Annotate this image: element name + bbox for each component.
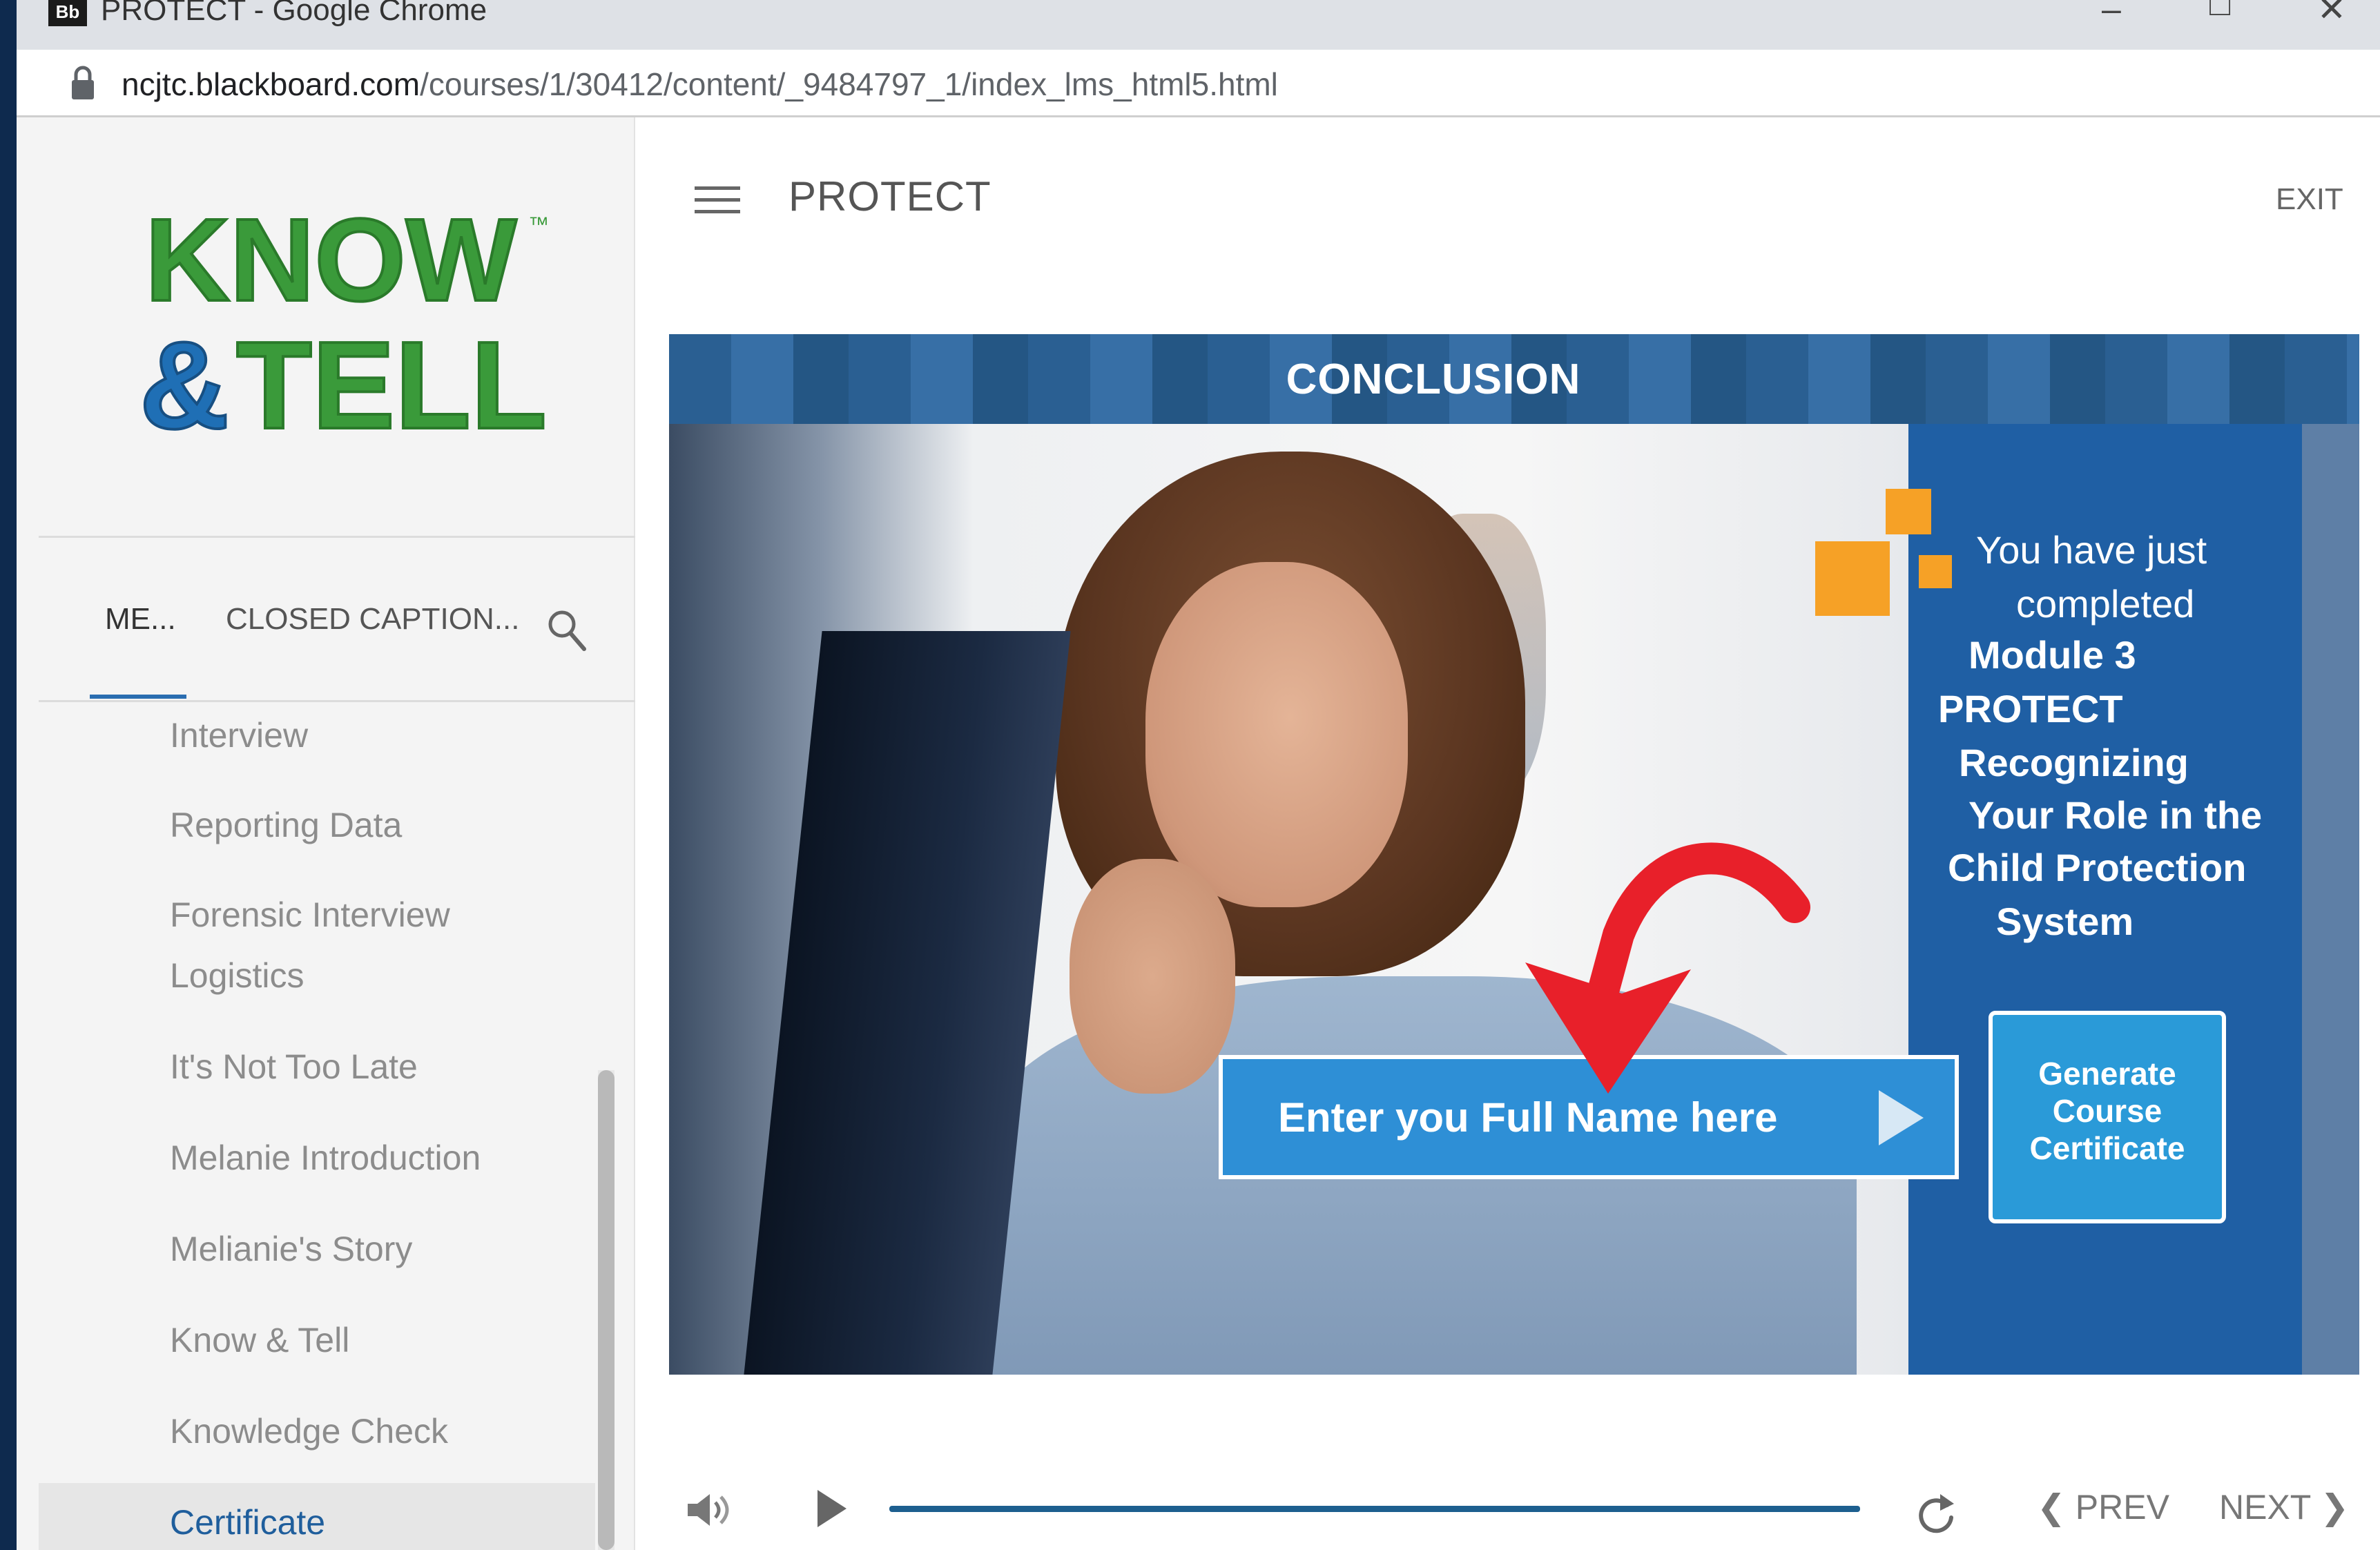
tab-closed-captions[interactable]: CLOSED CAPTION... xyxy=(226,602,519,637)
lock-icon xyxy=(72,66,94,99)
slide-heading: CONCLUSION xyxy=(1286,356,1581,403)
prev-label: PREV xyxy=(2075,1488,2169,1527)
nav-item-melanie-introduction[interactable]: Melanie Introduction xyxy=(170,1138,481,1178)
url-text[interactable]: ncjtc.blackboard.com/courses/1/30412/con… xyxy=(122,66,1278,103)
certificate-button-line: Generate xyxy=(2038,1056,2176,1092)
panel-line: You have just xyxy=(1976,528,2207,572)
panel-edge-photo xyxy=(2302,424,2359,1375)
url-host: ncjtc.blackboard.com xyxy=(122,66,420,102)
decorative-orange-square xyxy=(1815,541,1890,616)
svg-text:TELL: TELL xyxy=(236,316,547,455)
desktop-edge xyxy=(0,0,17,1550)
decorative-orange-square xyxy=(1919,555,1952,588)
nav-scrollbar-thumb[interactable] xyxy=(598,1070,615,1550)
replay-icon[interactable] xyxy=(1915,1490,1957,1534)
panel-line: PROTECT xyxy=(1938,687,2123,730)
close-icon[interactable]: ✕ xyxy=(2317,0,2346,29)
decorative-orange-square xyxy=(1886,489,1931,534)
woman-hand-photo xyxy=(1070,859,1235,1094)
nav-item-certificate[interactable]: Certificate xyxy=(170,1502,325,1542)
minimize-icon[interactable]: – xyxy=(2102,0,2121,29)
nav-item-melianies-story[interactable]: Melianie's Story xyxy=(170,1229,412,1269)
url-path: /courses/1/30412/content/_9484797_1/inde… xyxy=(420,66,1278,102)
blackboard-app-icon: Bb xyxy=(48,0,87,26)
next-button[interactable]: NEXT ❯ xyxy=(2219,1487,2349,1527)
volume-icon[interactable] xyxy=(686,1490,733,1530)
exit-button[interactable]: EXIT xyxy=(2276,182,2343,217)
nav-item-know-and-tell[interactable]: Know & Tell xyxy=(170,1320,349,1360)
course-title: PROTECT xyxy=(789,173,991,220)
certificate-button-line: Certificate xyxy=(2029,1130,2185,1166)
submit-arrow-icon[interactable] xyxy=(1872,1087,1927,1149)
search-icon[interactable] xyxy=(545,608,587,652)
certificate-button-line: Course xyxy=(2052,1093,2163,1129)
generate-certificate-button[interactable]: Generate Course Certificate xyxy=(1989,1011,2226,1223)
maximize-icon[interactable]: □ xyxy=(2209,0,2230,23)
tab-menu[interactable]: ME... xyxy=(105,602,176,637)
nav-item-forensic-interview[interactable]: Forensic Interview xyxy=(170,895,450,935)
svg-text:™: ™ xyxy=(528,213,549,236)
chevron-right-icon: ❯ xyxy=(2310,1488,2350,1527)
nav-item-logistics[interactable]: Logistics xyxy=(170,956,304,996)
svg-text:KNOW: KNOW xyxy=(145,197,517,326)
panel-line: Module 3 xyxy=(1968,633,2136,677)
prev-button[interactable]: ❮ PREV xyxy=(2037,1487,2169,1527)
woman-face-photo xyxy=(1145,562,1408,907)
panel-line: Your Role in the xyxy=(1968,793,2263,837)
know-and-tell-logo: KNOW ™ & TELL xyxy=(138,197,549,456)
next-label: NEXT xyxy=(2219,1488,2311,1527)
panel-line: completed xyxy=(2016,582,2195,626)
nav-item-its-not-too-late[interactable]: It's Not Too Late xyxy=(170,1047,418,1087)
chevron-left-icon: ❮ xyxy=(2037,1488,2076,1527)
nav-item-interview[interactable]: Interview xyxy=(170,715,308,755)
tabs-divider xyxy=(39,700,635,702)
nav-item-reporting-data[interactable]: Reporting Data xyxy=(170,805,402,845)
nav-item-knowledge-check[interactable]: Knowledge Check xyxy=(170,1411,448,1451)
active-tab-indicator xyxy=(90,695,186,699)
panel-line: Recognizing xyxy=(1959,741,2189,784)
progress-bar-fill xyxy=(889,1506,1860,1512)
red-pointer-arrow-icon xyxy=(1525,842,1810,1094)
hamburger-icon[interactable] xyxy=(695,186,740,214)
play-icon[interactable] xyxy=(815,1487,849,1530)
slide: CONCLUSION You have just completed Modul… xyxy=(669,334,2359,1375)
panel-line: Child Protection xyxy=(1948,846,2247,889)
sidebar-divider xyxy=(39,536,635,538)
panel-line: System xyxy=(1996,900,2134,943)
window-title: PROTECT - Google Chrome xyxy=(101,0,487,27)
svg-text:&: & xyxy=(139,316,229,455)
